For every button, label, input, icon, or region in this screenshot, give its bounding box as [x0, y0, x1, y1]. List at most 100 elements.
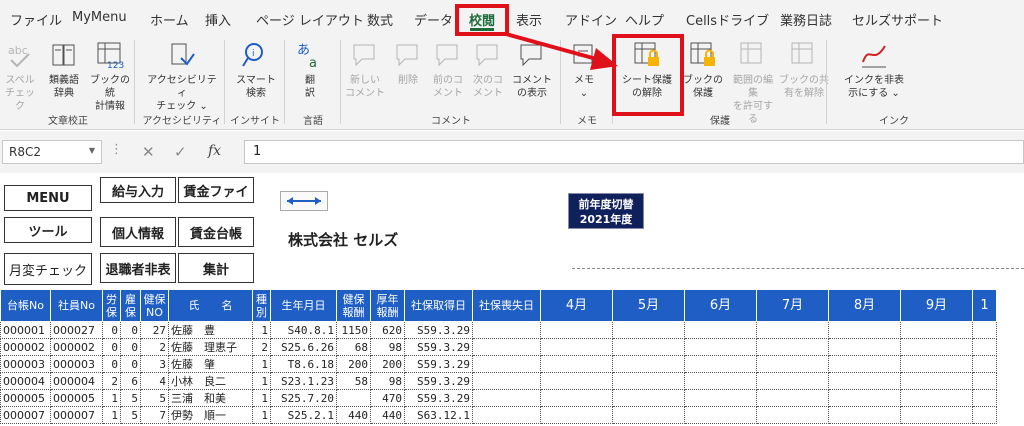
chevron-down-icon[interactable]: ▼: [89, 146, 95, 155]
table-cell[interactable]: [612, 321, 685, 339]
table-cell[interactable]: 4: [140, 372, 169, 390]
table-cell[interactable]: 98: [370, 338, 405, 356]
swap-arrow-button[interactable]: [280, 191, 328, 211]
table-cell[interactable]: [972, 406, 997, 424]
table-cell[interactable]: [472, 321, 541, 339]
table-cell[interactable]: S25.6.26: [270, 338, 337, 356]
table-cell[interactable]: S59.3.29: [404, 372, 473, 390]
table-cell[interactable]: 小林 良二: [168, 372, 253, 390]
table-cell[interactable]: [612, 372, 685, 390]
table-cell[interactable]: 0: [120, 321, 141, 339]
table-cell[interactable]: 5: [120, 389, 141, 407]
ribbon-button-8[interactable]: 前のコ メント: [428, 40, 468, 100]
previous-year-toggle-button[interactable]: 前年度切替 2021年度: [568, 193, 644, 229]
table-cell[interactable]: S25.7.20: [270, 389, 337, 407]
sheet-button-5[interactable]: 賃金台帳: [178, 217, 254, 247]
tab-10[interactable]: ヘルプ: [625, 10, 664, 29]
ribbon-button-0[interactable]: abc スペル チェック: [2, 40, 38, 113]
sheet-button-0[interactable]: MENU: [4, 185, 92, 211]
table-cell[interactable]: [828, 338, 901, 356]
table-cell[interactable]: 佐藤 理恵子: [168, 338, 253, 356]
table-cell[interactable]: [540, 338, 613, 356]
table-cell[interactable]: [828, 372, 901, 390]
table-cell[interactable]: [540, 321, 613, 339]
table-cell[interactable]: 2: [252, 338, 271, 356]
table-cell[interactable]: [900, 406, 973, 424]
formula-input[interactable]: 1: [244, 140, 1024, 164]
table-cell[interactable]: [972, 338, 997, 356]
table-cell[interactable]: [612, 338, 685, 356]
insert-function-icon[interactable]: fx: [208, 143, 221, 159]
table-cell[interactable]: [472, 406, 541, 424]
table-cell[interactable]: [972, 389, 997, 407]
sheet-button-8[interactable]: 集計: [178, 253, 254, 283]
tab-5[interactable]: 数式: [367, 10, 393, 29]
table-cell[interactable]: [684, 389, 757, 407]
table-cell[interactable]: 000003: [0, 355, 51, 373]
sheet-button-1[interactable]: 給与入力: [100, 177, 176, 203]
table-cell[interactable]: 伊勢 順一: [168, 406, 253, 424]
table-cell[interactable]: [756, 321, 829, 339]
table-cell[interactable]: 000005: [0, 389, 51, 407]
sheet-button-4[interactable]: 個人情報: [100, 217, 176, 247]
ribbon-button-7[interactable]: 削除: [390, 40, 426, 87]
table-cell[interactable]: [828, 389, 901, 407]
table-cell[interactable]: 1: [252, 406, 271, 424]
table-cell[interactable]: [472, 372, 541, 390]
cancel-icon[interactable]: ✕: [142, 143, 155, 161]
sheet-button-7[interactable]: 退職者非表: [100, 253, 176, 283]
table-cell[interactable]: [900, 355, 973, 373]
ribbon-button-2[interactable]: 123 ブックの統 計情報: [86, 40, 134, 113]
tab-4[interactable]: ページ レイアウト: [256, 10, 364, 29]
ribbon-button-16[interactable]: インクを非表 示にする ⌄: [838, 40, 910, 100]
enter-icon[interactable]: ✓: [174, 143, 187, 161]
ribbon-button-1[interactable]: 類義語 辞典: [44, 40, 84, 100]
table-cell[interactable]: 1: [102, 389, 121, 407]
table-cell[interactable]: S59.3.29: [404, 389, 473, 407]
table-cell[interactable]: S25.2.1: [270, 406, 337, 424]
tab-11[interactable]: Cellsドライブ: [686, 10, 769, 29]
table-cell[interactable]: S40.8.1: [270, 321, 337, 339]
ribbon-button-5[interactable]: あa 翻 訳: [290, 40, 330, 100]
table-cell[interactable]: [756, 372, 829, 390]
table-cell[interactable]: 7: [140, 406, 169, 424]
table-cell[interactable]: [472, 338, 541, 356]
table-cell[interactable]: 000004: [0, 372, 51, 390]
table-cell[interactable]: [900, 338, 973, 356]
table-cell[interactable]: [756, 355, 829, 373]
table-cell[interactable]: 000003: [50, 355, 103, 373]
tab-12[interactable]: 業務日誌: [780, 10, 832, 29]
table-cell[interactable]: [756, 338, 829, 356]
table-cell[interactable]: 2: [140, 338, 169, 356]
table-cell[interactable]: [900, 389, 973, 407]
table-cell[interactable]: 000005: [50, 389, 103, 407]
table-cell[interactable]: 000027: [50, 321, 103, 339]
table-cell[interactable]: 620: [370, 321, 405, 339]
sheet-button-2[interactable]: 賃金ファイ: [178, 177, 254, 203]
table-cell[interactable]: 佐藤 肇: [168, 355, 253, 373]
sheet-button-6[interactable]: 月変チェック: [4, 253, 92, 285]
table-cell[interactable]: 3: [140, 355, 169, 373]
table-cell[interactable]: [756, 389, 829, 407]
table-cell[interactable]: [472, 389, 541, 407]
table-cell[interactable]: [540, 355, 613, 373]
table-cell[interactable]: 6: [120, 372, 141, 390]
tab-3[interactable]: 挿入: [205, 10, 231, 29]
table-cell[interactable]: 佐藤 豊: [168, 321, 253, 339]
ribbon-button-6[interactable]: 新しい コメント: [345, 40, 385, 100]
sheet-button-3[interactable]: ツール: [4, 217, 92, 243]
table-cell[interactable]: [972, 321, 997, 339]
table-cell[interactable]: 0: [120, 355, 141, 373]
table-cell[interactable]: 68: [336, 338, 371, 356]
table-cell[interactable]: [612, 355, 685, 373]
table-cell[interactable]: 5: [140, 389, 169, 407]
table-cell[interactable]: 98: [370, 372, 405, 390]
table-cell[interactable]: [336, 389, 371, 407]
table-cell[interactable]: 2: [102, 372, 121, 390]
table-cell[interactable]: 58: [336, 372, 371, 390]
table-cell[interactable]: 1: [252, 321, 271, 339]
table-cell[interactable]: [972, 372, 997, 390]
table-cell[interactable]: 1150: [336, 321, 371, 339]
table-cell[interactable]: [684, 338, 757, 356]
table-cell[interactable]: 000007: [50, 406, 103, 424]
